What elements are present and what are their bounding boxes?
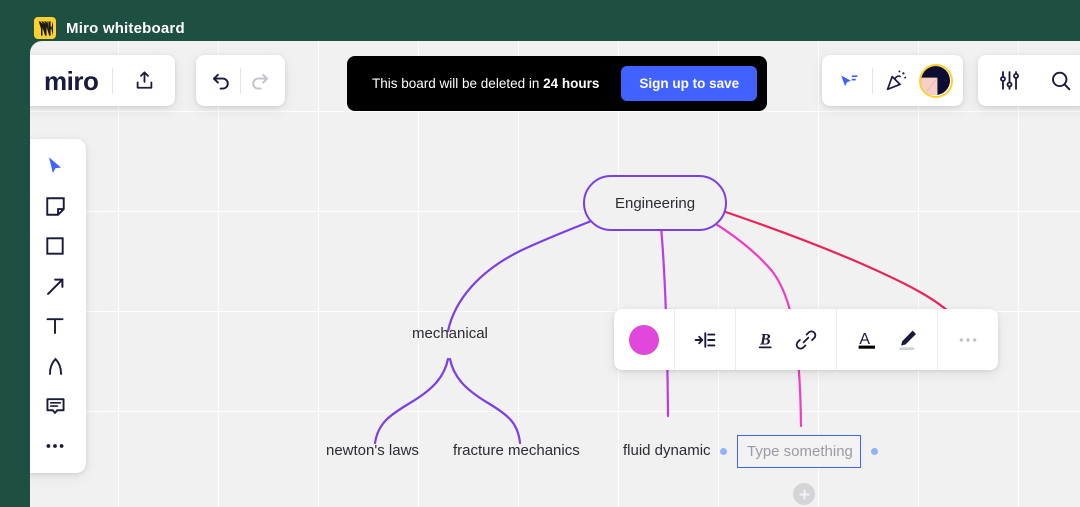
search-icon[interactable] xyxy=(1044,64,1078,98)
select-tool[interactable] xyxy=(34,149,76,183)
add-child-node-button[interactable] xyxy=(793,483,815,505)
more-tools-button[interactable] xyxy=(34,429,76,463)
indent-layout-icon[interactable] xyxy=(685,320,725,360)
mindmap-node-label: newton's laws xyxy=(326,442,419,459)
format-layout-group xyxy=(675,309,735,370)
brand-toolbar: miro xyxy=(30,55,176,106)
format-more-group xyxy=(938,309,998,370)
miro-logo-icon xyxy=(34,17,56,39)
svg-text:B: B xyxy=(759,331,771,348)
shape-tool[interactable] xyxy=(34,229,76,263)
undo-icon[interactable] xyxy=(204,64,238,98)
bold-icon[interactable]: B xyxy=(746,320,786,360)
divider xyxy=(112,67,114,94)
mindmap-node-fracture-mechanics[interactable]: fracture mechanics xyxy=(453,442,580,459)
miro-wordmark[interactable]: miro xyxy=(44,68,99,94)
format-more-button[interactable] xyxy=(948,320,988,360)
sign-up-to-save-button[interactable]: Sign up to save xyxy=(621,66,758,101)
board-deletion-banner: This board will be deleted in 24 hours S… xyxy=(347,56,768,111)
user-avatar[interactable] xyxy=(919,63,953,98)
tools-toolbar xyxy=(30,139,86,473)
edge-mechanical-newton xyxy=(373,357,450,445)
comment-tool[interactable] xyxy=(34,389,76,423)
banner-message-prefix: This board will be deleted in xyxy=(372,76,544,91)
redo-icon[interactable] xyxy=(243,64,277,98)
mindmap-node-label: fracture mechanics xyxy=(453,442,580,459)
party-popper-icon[interactable] xyxy=(879,64,913,98)
mindmap-node-newtons-laws[interactable]: newton's laws xyxy=(326,442,419,459)
svg-text:A: A xyxy=(859,330,870,347)
mindmap-active-node-placeholder: Type something xyxy=(747,443,853,460)
selected-color-swatch[interactable] xyxy=(629,324,659,355)
link-chain-icon[interactable] xyxy=(786,320,826,360)
format-color-group xyxy=(614,309,674,370)
history-toolbar xyxy=(196,55,285,106)
format-toolbar: B A xyxy=(614,309,998,370)
mindmap-active-text-node[interactable]: Type something xyxy=(737,435,861,468)
banner-message: This board will be deleted in 24 hours xyxy=(372,76,599,91)
arrow-tool[interactable] xyxy=(34,269,76,303)
format-text-group: B xyxy=(736,309,836,370)
sliders-icon[interactable] xyxy=(992,64,1026,98)
collaboration-toolbar xyxy=(822,55,963,106)
whiteboard-canvas[interactable]: Engineering mechanical newton's laws fra… xyxy=(30,41,1080,507)
banner-message-highlight: 24 hours xyxy=(543,76,600,91)
divider xyxy=(240,67,241,94)
miro-app-window: Miro whiteboard Engineering mechanical n… xyxy=(0,0,1080,507)
connector-anchor-left[interactable] xyxy=(720,448,727,455)
text-color-icon[interactable]: A xyxy=(847,320,887,360)
mindmap-root-node[interactable]: Engineering xyxy=(583,175,727,231)
connector-anchor-right[interactable] xyxy=(871,448,878,455)
window-title: Miro whiteboard xyxy=(66,19,185,37)
pen-tool[interactable] xyxy=(34,349,76,383)
mindmap-active-node-group: Type something xyxy=(720,435,878,468)
highlighter-pen-icon[interactable] xyxy=(887,320,927,360)
edge-mechanical-fracture xyxy=(448,357,522,445)
mindmap-node-label: fluid dynamic xyxy=(623,442,711,459)
color-circle-icon[interactable] xyxy=(624,320,664,360)
mindmap-root-label: Engineering xyxy=(614,194,696,212)
text-tool[interactable] xyxy=(34,309,76,343)
upload-share-icon[interactable] xyxy=(127,64,161,98)
utility-toolbar xyxy=(978,55,1080,106)
format-color-tools-group: A xyxy=(837,309,937,370)
sticky-note-tool[interactable] xyxy=(34,189,76,223)
mindmap-node-fluid-dynamic[interactable]: fluid dynamic xyxy=(623,442,711,459)
divider xyxy=(872,67,873,94)
mindmap-node-label: mechanical xyxy=(412,325,488,342)
plus-icon xyxy=(798,488,810,500)
pointer-share-icon[interactable] xyxy=(832,64,866,98)
mindmap-node-mechanical[interactable]: mechanical xyxy=(412,325,488,342)
